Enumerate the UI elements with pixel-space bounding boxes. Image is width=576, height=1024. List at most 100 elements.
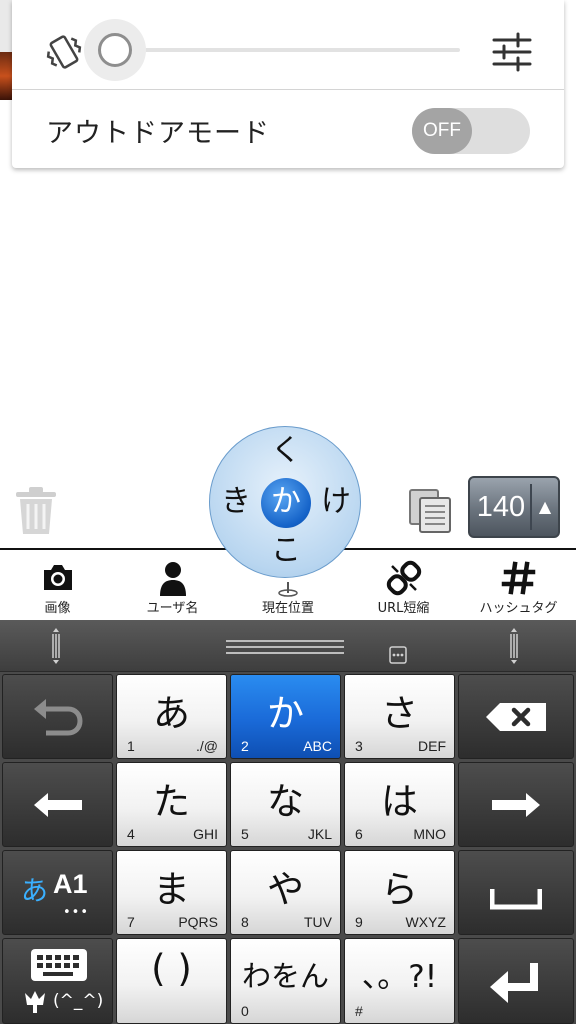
keyboard-handle-bar (0, 620, 576, 672)
right-resize-handle-icon[interactable] (506, 628, 522, 664)
key-ha-row[interactable]: は 6 MNO (344, 762, 455, 847)
background-edge (0, 0, 12, 52)
space-key[interactable] (458, 850, 574, 935)
arrow-left-icon (33, 792, 82, 817)
mode-dots: ••• (63, 905, 90, 920)
flick-left-char[interactable]: き (216, 482, 256, 522)
enter-key[interactable] (458, 938, 574, 1024)
key-sub-label: TUV (304, 914, 332, 930)
input-mode-key[interactable]: あ A1 ••• (2, 850, 113, 935)
key-main-label: さ (381, 692, 418, 735)
background-image-edge (0, 52, 12, 100)
key-sub-label: ABC (303, 738, 332, 754)
backspace-icon (486, 702, 546, 731)
key-main-label: か (267, 692, 304, 735)
key-num-label: 5 (241, 826, 249, 842)
flick-down-char[interactable]: こ (266, 531, 306, 571)
key-num-label: # (355, 1003, 363, 1019)
key-num-label: 4 (127, 826, 135, 842)
copy-icon[interactable] (406, 486, 454, 534)
key-wa-row[interactable]: わをん 0 (230, 938, 341, 1024)
menu-icon[interactable] (389, 646, 407, 664)
key-sub-label: GHI (193, 826, 218, 842)
keyboard-switch-key[interactable]: (^_^) (2, 938, 113, 1024)
screen: アウトドアモード OFF 140 ▲ 画像 ユーザ名 現在位置 URL短縮 ハッ… (0, 0, 576, 1024)
undo-icon (33, 698, 83, 735)
key-num-label: 0 (241, 1003, 249, 1019)
flick-input-popup[interactable]: く き け こ か (209, 426, 361, 578)
arrow-up-icon: ▲ (538, 497, 552, 516)
key-parentheses[interactable]: ( ) (116, 938, 227, 1024)
keyboard: あ 1 ./@ か 2 ABC さ 3 DEF た 4 GHI な 5 JKL … (0, 620, 576, 1024)
space-icon (490, 888, 542, 909)
char-count-button[interactable]: 140 ▲ (468, 476, 560, 538)
shortcut-image[interactable]: 画像 (0, 550, 115, 620)
key-sub-label: DEF (418, 738, 446, 754)
key-sub-label: MNO (413, 826, 446, 842)
toggle-state-label[interactable]: OFF (412, 108, 472, 154)
key-num-label: 6 (355, 826, 363, 842)
mode-kana-label: あ (21, 876, 48, 907)
shortcut-hashtag[interactable]: ハッシュタグ (461, 550, 576, 620)
enter-icon (490, 963, 538, 1003)
user-icon (159, 562, 186, 596)
volume-slider-thumb[interactable] (98, 33, 132, 67)
key-main-label: や (267, 868, 304, 911)
key-num-label: 9 (355, 914, 363, 930)
key-ka-row[interactable]: か 2 ABC (230, 674, 341, 759)
flick-center-char[interactable]: か (261, 478, 311, 528)
flick-up-char[interactable]: く (266, 431, 306, 471)
equalizer-icon[interactable] (490, 30, 534, 74)
backspace-key[interactable] (458, 674, 574, 759)
left-resize-handle-icon[interactable] (48, 628, 64, 664)
key-num-label: 8 (241, 914, 249, 930)
cursor-right-key[interactable] (458, 762, 574, 847)
camera-icon (43, 565, 72, 590)
hashtag-icon (501, 561, 535, 595)
key-main-label: あ (153, 692, 190, 735)
key-main-label: ら (381, 868, 418, 911)
key-main-label: た (153, 780, 190, 823)
key-sa-row[interactable]: さ 3 DEF (344, 674, 455, 759)
key-sub-label: JKL (307, 826, 332, 842)
shortcut-url-shorten[interactable]: URL短縮 (346, 550, 461, 620)
key-num-label: 2 (241, 738, 249, 754)
divider (12, 89, 564, 90)
shortcut-label: ユーザ名 (146, 601, 199, 616)
vibrate-icon[interactable] (42, 30, 86, 74)
shortcut-username[interactable]: ユーザ名 (115, 550, 230, 620)
key-ma-row[interactable]: ま 7 PQRS (116, 850, 227, 935)
arrow-right-icon (492, 792, 540, 817)
key-sub-label: WXYZ (405, 914, 446, 930)
cursor-left-key[interactable] (2, 762, 113, 847)
key-na-row[interactable]: な 5 JKL (230, 762, 341, 847)
voice-icon (25, 991, 45, 1013)
volume-slider-track[interactable] (116, 48, 460, 52)
char-count: 140 (476, 491, 526, 523)
outdoor-mode-label: アウトドアモード (46, 118, 270, 149)
key-punctuation[interactable]: 、。?! # (344, 938, 455, 1024)
key-main-label: ま (153, 868, 190, 911)
key-ya-row[interactable]: や 8 TUV (230, 850, 341, 935)
key-ta-row[interactable]: た 4 GHI (116, 762, 227, 847)
volume-panel: アウトドアモード OFF (12, 0, 564, 168)
drag-handle-icon[interactable] (226, 638, 344, 656)
flick-right-char[interactable]: け (316, 482, 356, 522)
mode-alnum-label: A1 (53, 869, 88, 899)
key-main-label: ( ) (151, 947, 192, 990)
key-num-label: 3 (355, 738, 363, 754)
shortcut-label: ハッシュタグ (479, 601, 558, 616)
key-main-label: 、。?! (361, 959, 438, 995)
key-num-label: 7 (127, 914, 135, 930)
key-ra-row[interactable]: ら 9 WXYZ (344, 850, 455, 935)
key-sub-label: PQRS (178, 914, 218, 930)
undo-key[interactable] (2, 674, 113, 759)
emoticon-label: (^_^) (53, 991, 104, 1011)
trash-icon[interactable] (14, 484, 58, 536)
key-main-label: は (381, 780, 418, 823)
shortcut-label: 画像 (44, 601, 71, 616)
key-a-row[interactable]: あ 1 ./@ (116, 674, 227, 759)
key-main-label: な (267, 780, 304, 823)
shortcut-label: 現在位置 (261, 601, 314, 616)
key-num-label: 1 (127, 738, 135, 754)
